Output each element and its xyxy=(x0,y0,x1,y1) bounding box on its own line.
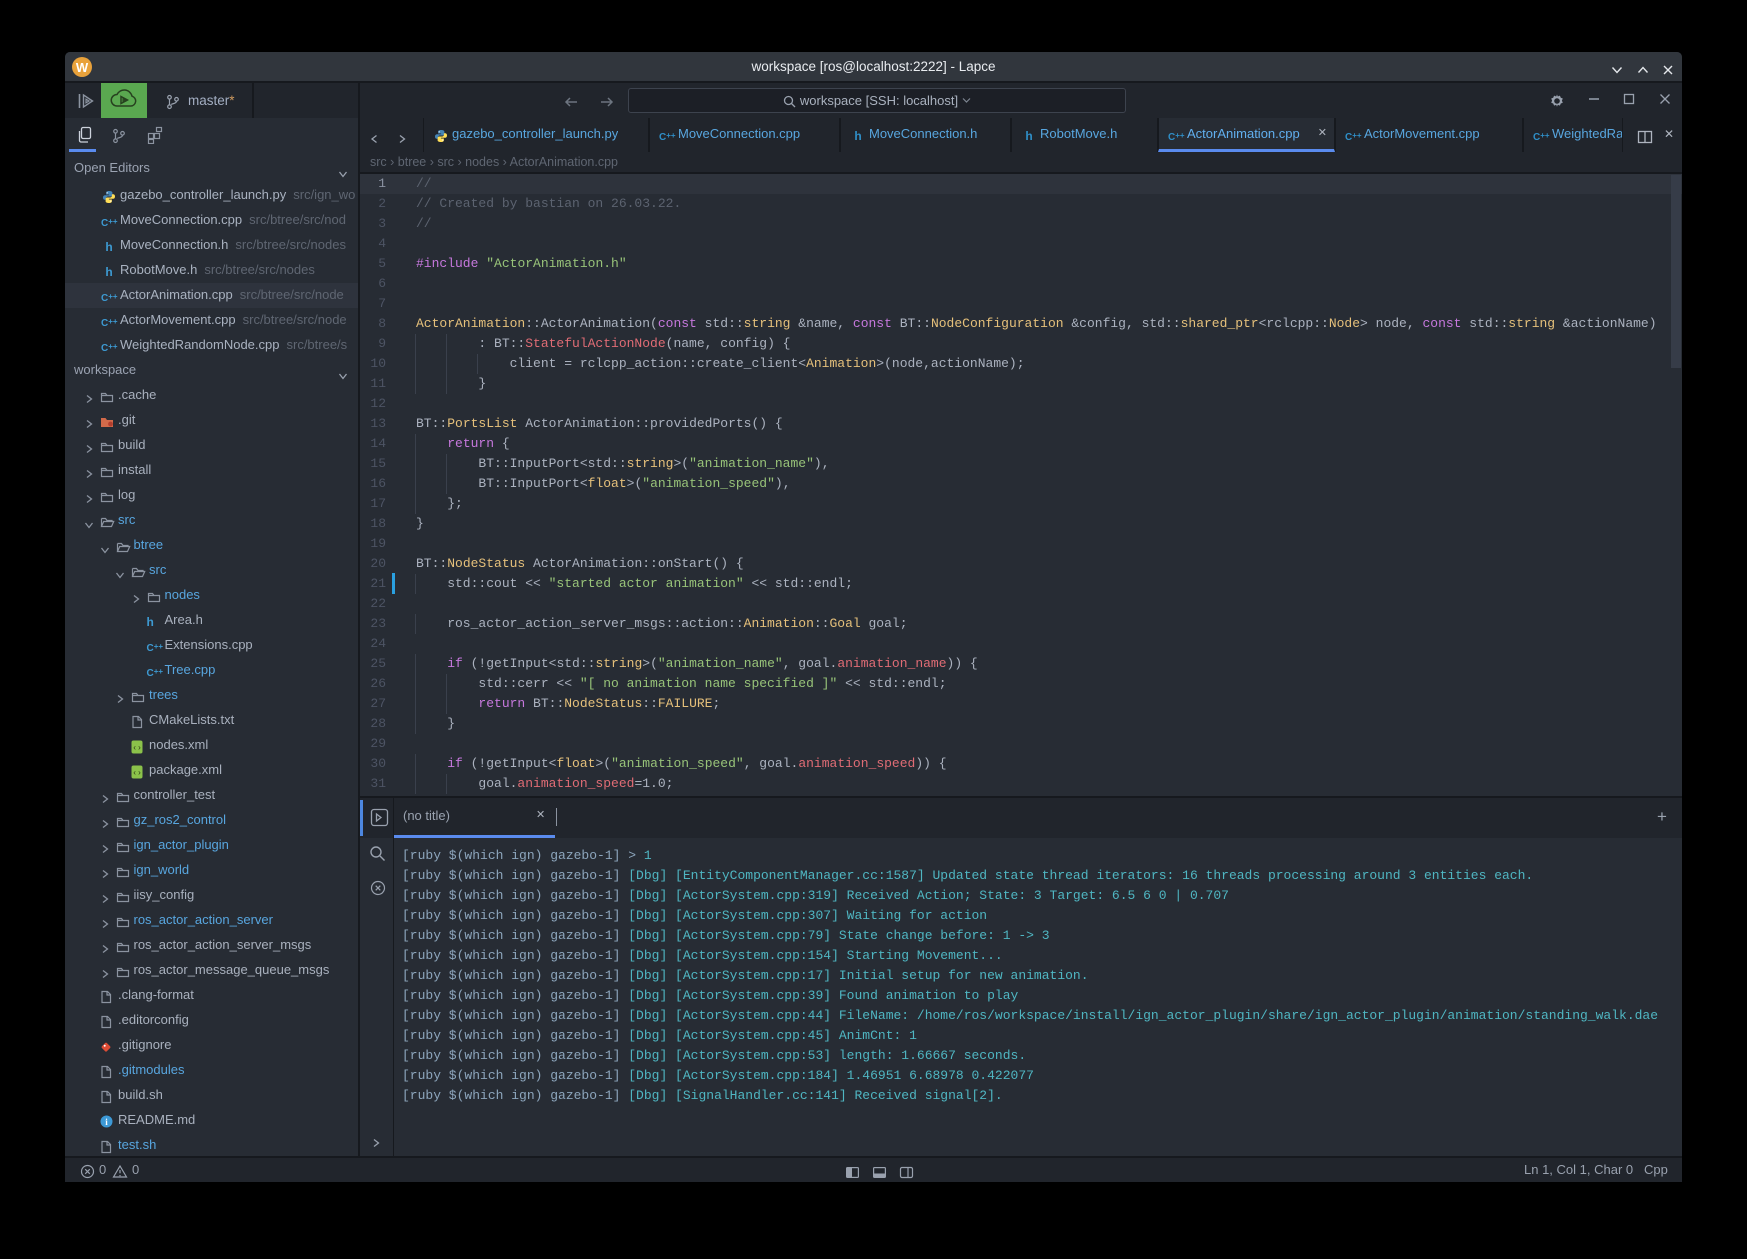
svg-text:‹›: ‹› xyxy=(132,744,142,753)
svg-text:‹›: ‹› xyxy=(132,769,142,778)
